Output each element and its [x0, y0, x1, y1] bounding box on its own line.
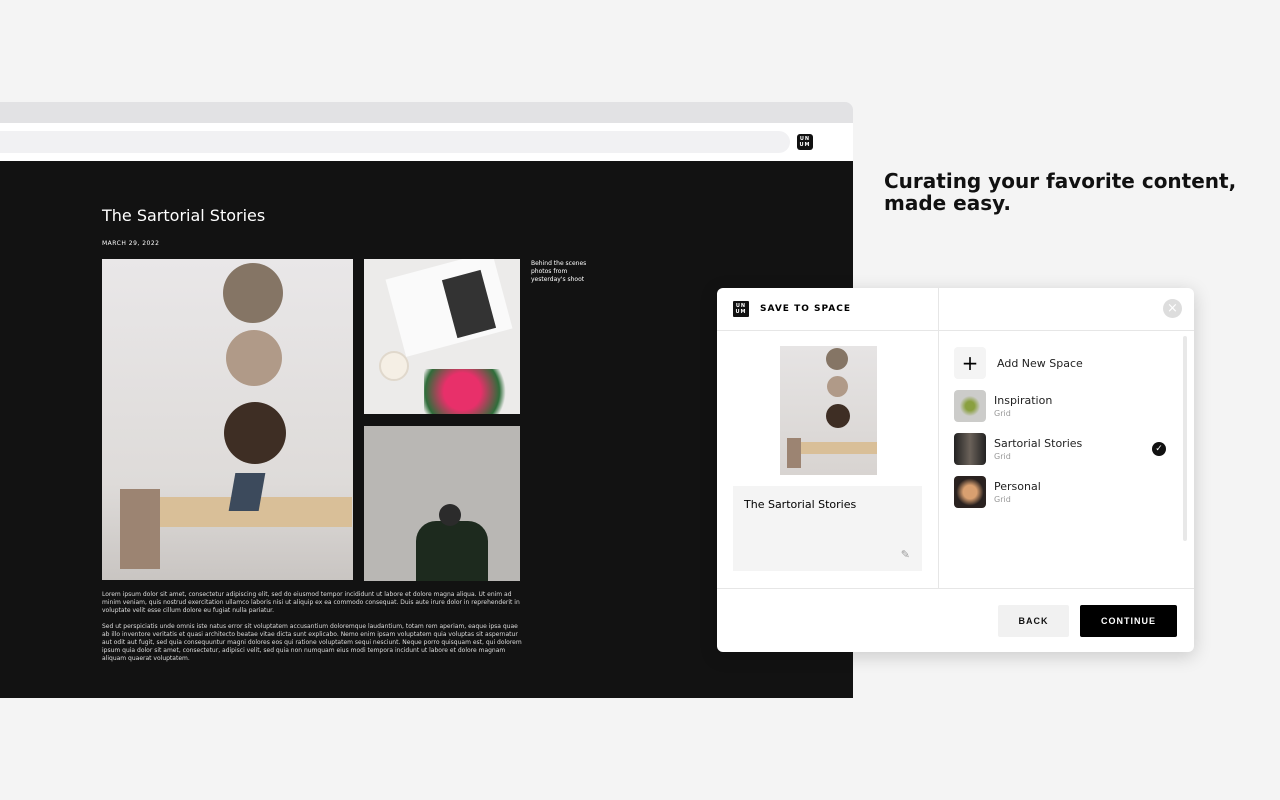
photo-caption: Behind the scenes photos from yesterday'… — [531, 260, 587, 283]
save-to-space-dialog: UN UM SAVE TO SPACE × The Sartorial Stori… — [717, 288, 1194, 652]
unum-logo: UN UM — [733, 301, 749, 317]
person-photo — [364, 426, 520, 581]
article-paragraph: Lorem ipsum dolor sit amet, consectetur … — [102, 591, 520, 614]
tagline: Curating your favorite content, made eas… — [884, 169, 1237, 215]
divider — [938, 288, 939, 588]
space-item-inspiration[interactable]: Inspiration Grid — [954, 390, 1174, 422]
tab-bar — [0, 102, 853, 123]
space-thumbnail — [954, 433, 986, 465]
scrollbar[interactable] — [1183, 336, 1187, 541]
address-bar[interactable] — [0, 131, 790, 153]
dialog-title: SAVE TO SPACE — [760, 304, 851, 314]
dialog-footer: BACK CONTINUE — [717, 588, 1194, 652]
close-icon[interactable]: × — [1163, 299, 1182, 318]
space-item-sartorial-stories[interactable]: Sartorial Stories Grid — [954, 433, 1174, 465]
toolbar: UN UM — [0, 123, 853, 161]
back-button[interactable]: BACK — [998, 605, 1069, 637]
article-date: MARCH 29, 2022 — [102, 240, 160, 247]
space-item-personal[interactable]: Personal Grid — [954, 476, 1174, 508]
article-title: The Sartorial Stories — [102, 206, 266, 225]
article-paragraph: Sed ut perspiciatis unde omnis iste natu… — [102, 623, 522, 662]
space-thumbnail — [954, 476, 986, 508]
space-thumbnail — [954, 390, 986, 422]
unum-extension-icon[interactable]: UN UM — [797, 134, 813, 150]
add-new-space-button[interactable]: + Add New Space — [954, 347, 1174, 379]
title-input[interactable]: The Sartorial Stories ✎ — [733, 486, 922, 571]
dialog-header: UN UM SAVE TO SPACE × — [717, 288, 1194, 331]
pencil-icon[interactable]: ✎ — [901, 548, 910, 561]
magazine-photo — [364, 259, 520, 414]
continue-button[interactable]: CONTINUE — [1080, 605, 1177, 637]
preview-thumbnail — [780, 346, 877, 475]
hats-photo — [102, 259, 353, 580]
title-input-value: The Sartorial Stories — [744, 498, 857, 511]
plus-icon: + — [954, 347, 986, 379]
checkmark-icon: ✓ — [1152, 442, 1166, 456]
